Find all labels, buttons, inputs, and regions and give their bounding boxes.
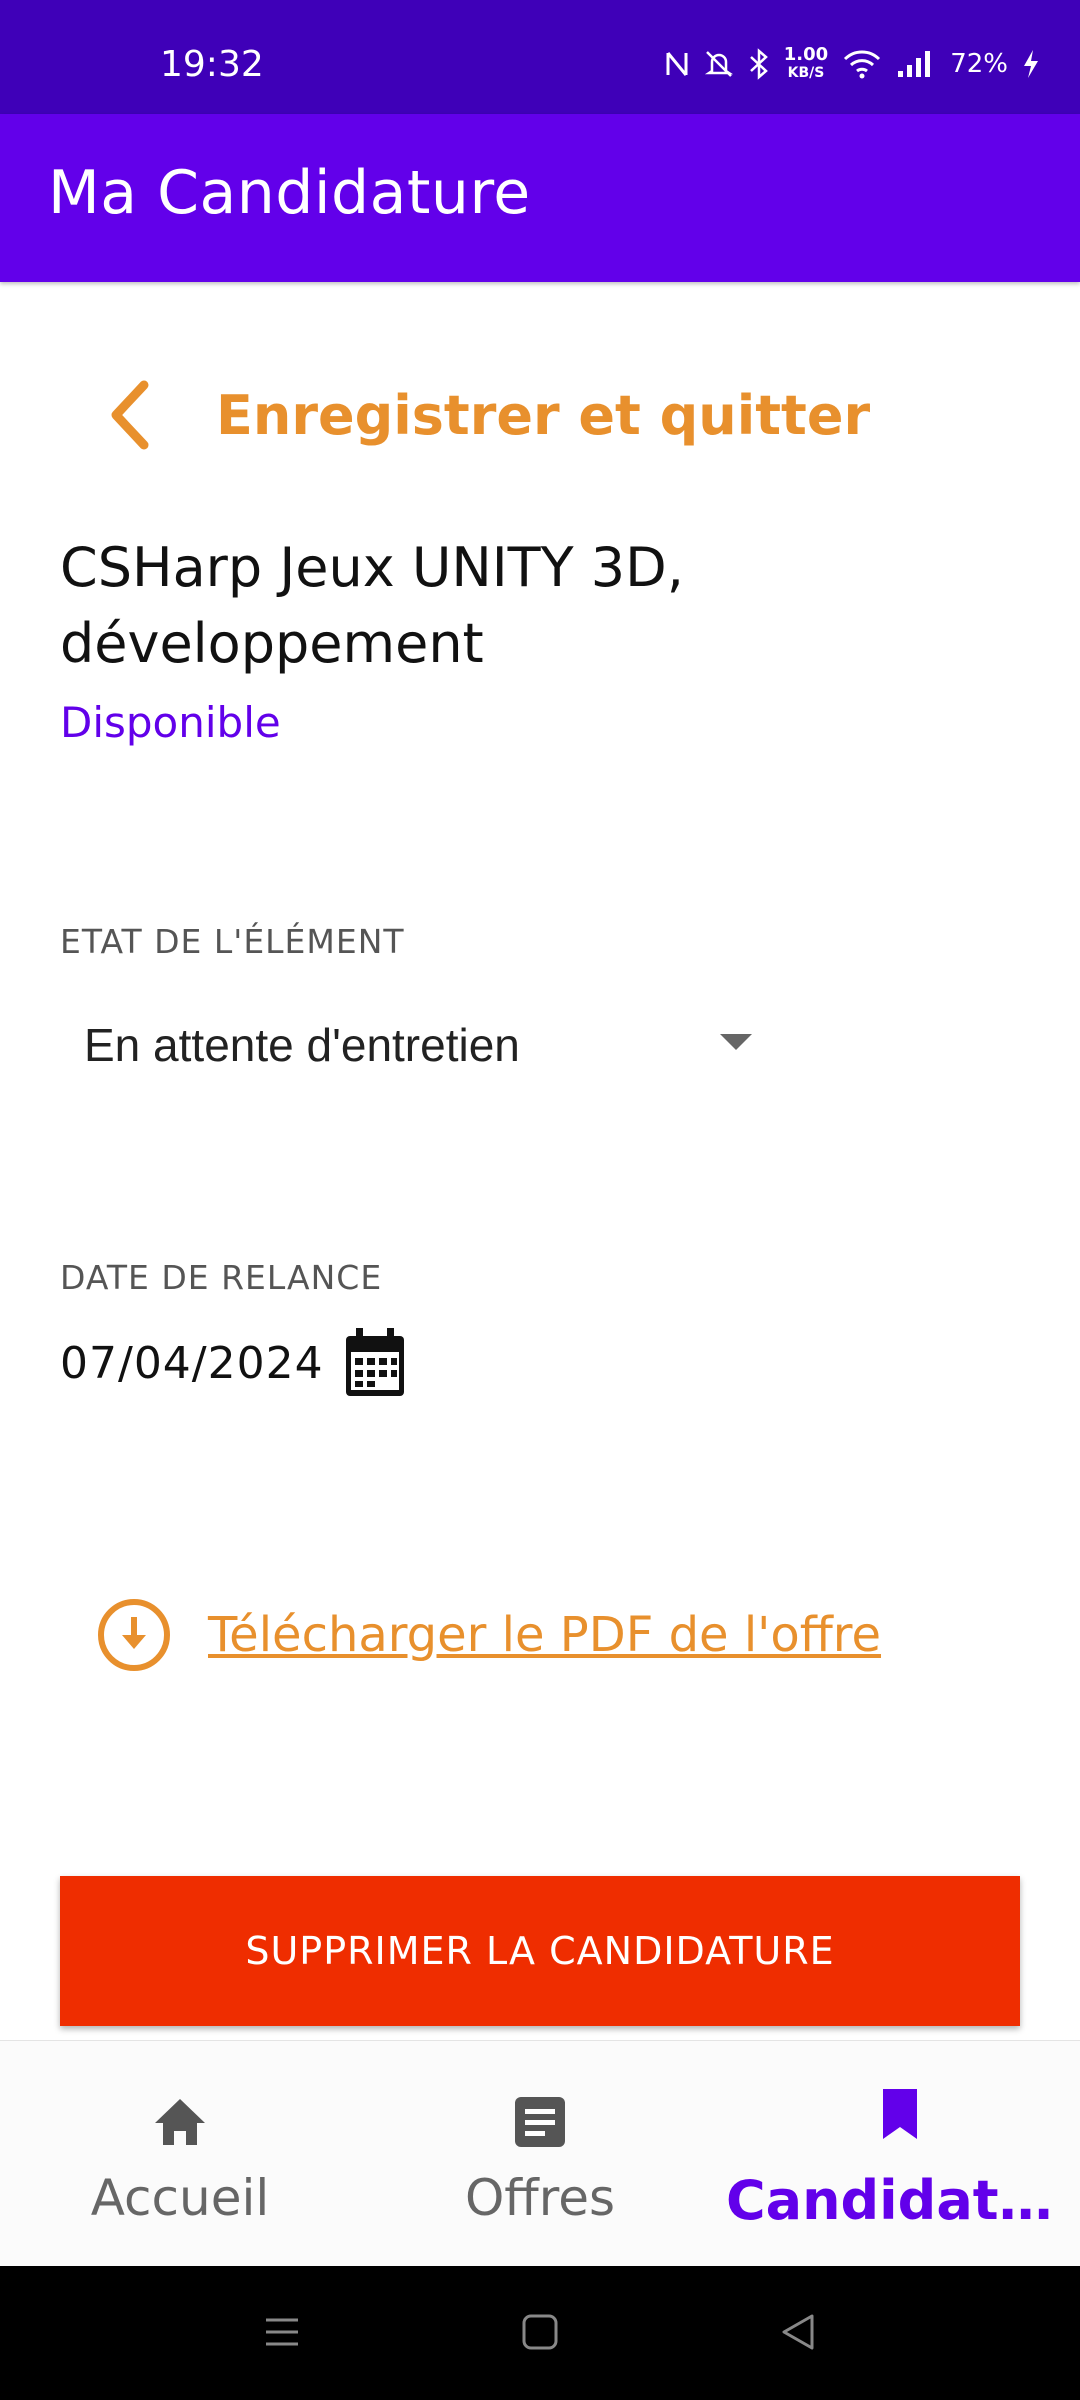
- menu-icon[interactable]: [262, 2312, 302, 2352]
- save-and-quit-label: Enregistrer et quitter: [216, 383, 871, 447]
- state-field-label: ETAT DE L'ÉLÉMENT: [60, 922, 405, 961]
- status-icons: 1.00 KB/S 72%: [664, 46, 1040, 82]
- home-square-icon[interactable]: [520, 2312, 560, 2352]
- mute-icon: [704, 51, 733, 77]
- app-bar: Ma Candidature: [0, 114, 1080, 282]
- back-triangle-icon[interactable]: [778, 2312, 818, 2352]
- chevron-left-icon: [111, 380, 149, 450]
- state-select-value: En attente d'entretien: [84, 1019, 520, 1071]
- date-field-label: DATE DE RELANCE: [60, 1258, 383, 1297]
- download-pdf-label: Télécharger le PDF de l'offre: [208, 1607, 882, 1663]
- bottom-nav: Accueil Offres Candidatur…: [0, 2040, 1080, 2267]
- home-icon: [155, 2099, 205, 2145]
- net-speed-unit: KB/S: [787, 65, 825, 81]
- nav-item-home[interactable]: Accueil: [0, 2041, 360, 2267]
- nav-label-home: Accueil: [90, 2169, 270, 2227]
- battery-percent: 72%: [950, 49, 1008, 79]
- bluetooth-icon: [749, 48, 768, 80]
- wifi-icon: [844, 50, 881, 79]
- download-pdf-link[interactable]: Télécharger le PDF de l'offre: [96, 1595, 881, 1675]
- state-select[interactable]: En attente d'entretien: [60, 1000, 760, 1090]
- delete-application-button[interactable]: SUPPRIMER LA CANDIDATURE: [60, 1876, 1020, 2026]
- date-field: 07/04/2024: [60, 1318, 408, 1408]
- date-value: 07/04/2024: [60, 1337, 324, 1389]
- save-and-quit-button[interactable]: Enregistrer et quitter: [100, 370, 870, 460]
- nav-item-offers[interactable]: Offres: [360, 2041, 720, 2267]
- download-circle-icon: [98, 1599, 170, 1671]
- article-icon: [515, 2097, 565, 2147]
- status-bar: 19:32 1.00 KB/S 72%: [0, 0, 1080, 114]
- dropdown-arrow-icon: [720, 1034, 752, 1050]
- signal-icon: [898, 51, 931, 77]
- calendar-icon[interactable]: [342, 1326, 408, 1400]
- bookmark-icon: [883, 2089, 917, 2139]
- system-nav-bar: [0, 2266, 1080, 2400]
- page-title: Ma Candidature: [48, 158, 531, 228]
- nav-item-applications[interactable]: Candidatur…: [720, 2041, 1080, 2267]
- net-speed: 1.00 KB/S: [784, 46, 828, 82]
- offer-status: Disponible: [60, 698, 281, 747]
- nav-label-offers: Offres: [464, 2169, 616, 2227]
- nav-label-applications: Candidatur…: [726, 2169, 1080, 2232]
- charging-icon: [1024, 50, 1038, 78]
- offer-title: CSHarp Jeux UNITY 3D, développement: [60, 536, 684, 675]
- status-time: 19:32: [160, 44, 264, 85]
- net-speed-value: 1.00: [783, 44, 829, 65]
- nfc-icon: [666, 52, 688, 76]
